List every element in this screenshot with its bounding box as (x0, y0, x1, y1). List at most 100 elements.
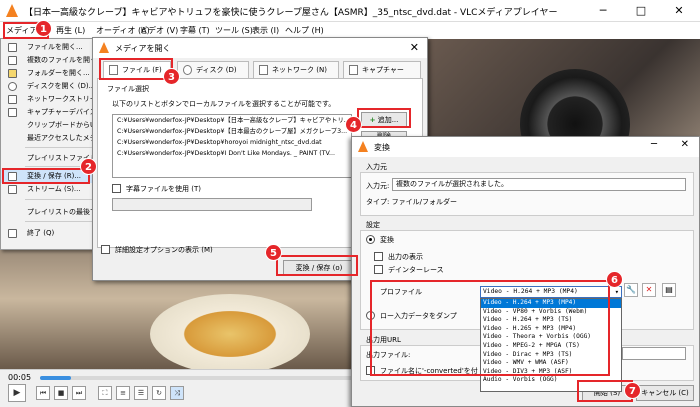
source-section-label: 入力元 (366, 163, 387, 171)
highlight-add-button (357, 108, 411, 128)
subtitle-path-field (112, 198, 312, 211)
tab-capture[interactable]: キャプチャー (343, 61, 421, 79)
menu-item-quit[interactable]: 終了 (Q) (1, 227, 99, 240)
video-crepe-plate (150, 294, 310, 369)
menu-separator (25, 199, 97, 200)
vlc-title-bar: 【日本一高級なクレープ】キャビアやトリュフを豪快に使うクレープ屋さん【ASMR】… (0, 0, 700, 22)
cancel-button[interactable]: キャンセル (C) (636, 385, 694, 401)
disc-icon (183, 65, 192, 75)
dialog-title: 変換 (374, 143, 390, 152)
menu-separator (25, 147, 97, 148)
tab-network[interactable]: ネットワーク (N) (253, 61, 339, 79)
media-menu: ファイルを開く... 複数のファイルを開く... フォルダーを開く... ディス… (0, 38, 100, 250)
subtitle-checkbox[interactable] (112, 184, 121, 193)
convert-radio[interactable] (366, 235, 375, 244)
minimize-button[interactable]: ─ (588, 2, 618, 20)
wrench-icon[interactable]: 🔧 (624, 283, 638, 297)
menu-item-recent-media[interactable]: 最近アクセスしたメディア (1, 132, 99, 145)
minimize-icon[interactable]: ─ (651, 139, 657, 150)
stop-icon[interactable]: ■ (54, 386, 68, 400)
list-item[interactable]: C:¥Users¥wonderfox-JP¥Desktop¥【日本一高級なクレー… (113, 115, 351, 126)
output-display-label: 出力の表示 (388, 253, 423, 261)
previous-icon[interactable]: ⏮ (36, 386, 50, 400)
step-badge-5: 5 (265, 244, 282, 261)
file-selection-label: ファイル選択 (107, 85, 149, 93)
delete-profile-icon[interactable]: ✕ (642, 283, 656, 297)
source-field[interactable]: 複数のファイルが選択されました。 (392, 178, 686, 191)
tab-disc[interactable]: ディスク (D) (177, 61, 249, 79)
menu-item-stream[interactable]: ストリーム (S)... (1, 183, 99, 196)
step-badge-7: 7 (624, 382, 641, 399)
menu-separator (25, 221, 97, 222)
close-icon[interactable]: ✕ (410, 41, 419, 54)
advanced-options-checkbox[interactable] (101, 245, 110, 254)
elapsed-time: 00:05 (8, 373, 32, 382)
source-label: 入力元: (366, 182, 390, 190)
list-item[interactable]: C:¥Users¥wonderfox-JP¥Desktop¥horoyoi mi… (113, 137, 351, 148)
file-list[interactable]: C:¥Users¥wonderfox-JP¥Desktop¥【日本一高級なクレー… (112, 114, 352, 178)
vlc-cone-icon (6, 4, 18, 17)
fullscreen-icon[interactable]: ⛶ (98, 386, 112, 400)
advanced-options-label: 詳細設定オプションの表示 (M) (115, 246, 213, 254)
output-display-checkbox[interactable] (374, 252, 383, 261)
network-icon (8, 95, 17, 104)
close-icon[interactable]: ✕ (681, 139, 689, 150)
step-badge-1: 1 (35, 20, 52, 37)
highlight-file-tab (99, 58, 173, 80)
seek-bar-fill (40, 376, 71, 380)
folder-icon (8, 69, 17, 78)
subtitle-checkbox-label: 字幕ファイルを使用 (T) (126, 185, 201, 193)
type-label: タイプ: ファイル/フォルダー (366, 198, 457, 206)
dialog-title-bar: 変換 ─ ✕ (352, 137, 699, 157)
menu-video[interactable]: ビデオ (V) (140, 25, 178, 36)
file-instruction: 以下のリストとボタンでローカルファイルを選択することが可能です。 (112, 100, 336, 108)
playlist-icon[interactable]: ☰ (134, 386, 148, 400)
step-badge-4: 4 (345, 116, 362, 133)
vlc-cone-icon (99, 42, 109, 53)
network-icon (259, 65, 268, 75)
exit-icon (8, 229, 17, 238)
settings-section-label: 設定 (366, 221, 380, 229)
highlight-convert-menu-item (2, 168, 90, 184)
output-file-field[interactable] (622, 347, 686, 360)
window-title: 【日本一高級なクレープ】キャビアやトリュフを豪快に使うクレープ屋さん【ASMR】… (24, 8, 558, 18)
loop-icon[interactable]: ↻ (152, 386, 166, 400)
menu-item-quit-at-end[interactable]: プレイリストの最後で終了 (1, 206, 99, 219)
chevron-down-icon: ▾ (614, 288, 619, 296)
highlight-convert-save-button (276, 255, 358, 276)
vlc-cone-icon (358, 141, 368, 152)
maximize-button[interactable]: □ (626, 2, 656, 20)
step-badge-2: 2 (80, 158, 97, 175)
deinterlace-label: デインターレース (388, 266, 444, 274)
highlight-profile-area (370, 280, 610, 376)
file-icon (8, 43, 17, 52)
close-button[interactable]: ✕ (664, 2, 694, 20)
menu-view[interactable]: 表示 (I) (252, 25, 279, 36)
deinterlace-checkbox[interactable] (374, 265, 383, 274)
menu-help[interactable]: ヘルプ (H) (285, 25, 324, 36)
capture-icon (8, 108, 17, 117)
convert-radio-label: 変換 (380, 236, 394, 244)
shuffle-icon[interactable]: ⤨ (170, 386, 184, 400)
play-icon[interactable]: ▶ (8, 384, 26, 402)
menu-item-open-multiple[interactable]: 複数のファイルを開く... (1, 54, 99, 67)
new-profile-icon[interactable]: ▤ (662, 283, 676, 297)
menu-tools[interactable]: ツール (S) (215, 25, 253, 36)
next-icon[interactable]: ⏭ (72, 386, 86, 400)
stream-icon (8, 185, 17, 194)
list-item[interactable]: C:¥Users¥wonderfox-JP¥Desktop¥I Don't Li… (113, 148, 351, 159)
menu-item-open-disc[interactable]: ディスクを開く (D)... (1, 80, 99, 93)
menu-item-open-file[interactable]: ファイルを開く... (1, 41, 99, 54)
menu-item-open-clipboard[interactable]: クリップボードからURLを開く (1, 119, 99, 132)
menu-item-open-network[interactable]: ネットワークストリームを開く... (1, 93, 99, 106)
dialog-title-bar: メディアを開く ✕ (93, 38, 427, 58)
menu-subtitle[interactable]: 字幕 (T) (180, 25, 210, 36)
dialog-title: メディアを開く (115, 44, 171, 53)
capture-icon (349, 65, 358, 75)
menu-playback[interactable]: 再生 (L) (56, 25, 85, 36)
disc-icon (8, 82, 17, 91)
extended-settings-icon[interactable]: ≡ (116, 386, 130, 400)
menu-item-open-folder[interactable]: フォルダーを開く... (1, 67, 99, 80)
list-item[interactable]: C:¥Users¥wonderfox-JP¥Desktop¥【日本最古のクレープ… (113, 126, 351, 137)
menu-item-open-capture[interactable]: キャプチャーデバイスを開く... (1, 106, 99, 119)
